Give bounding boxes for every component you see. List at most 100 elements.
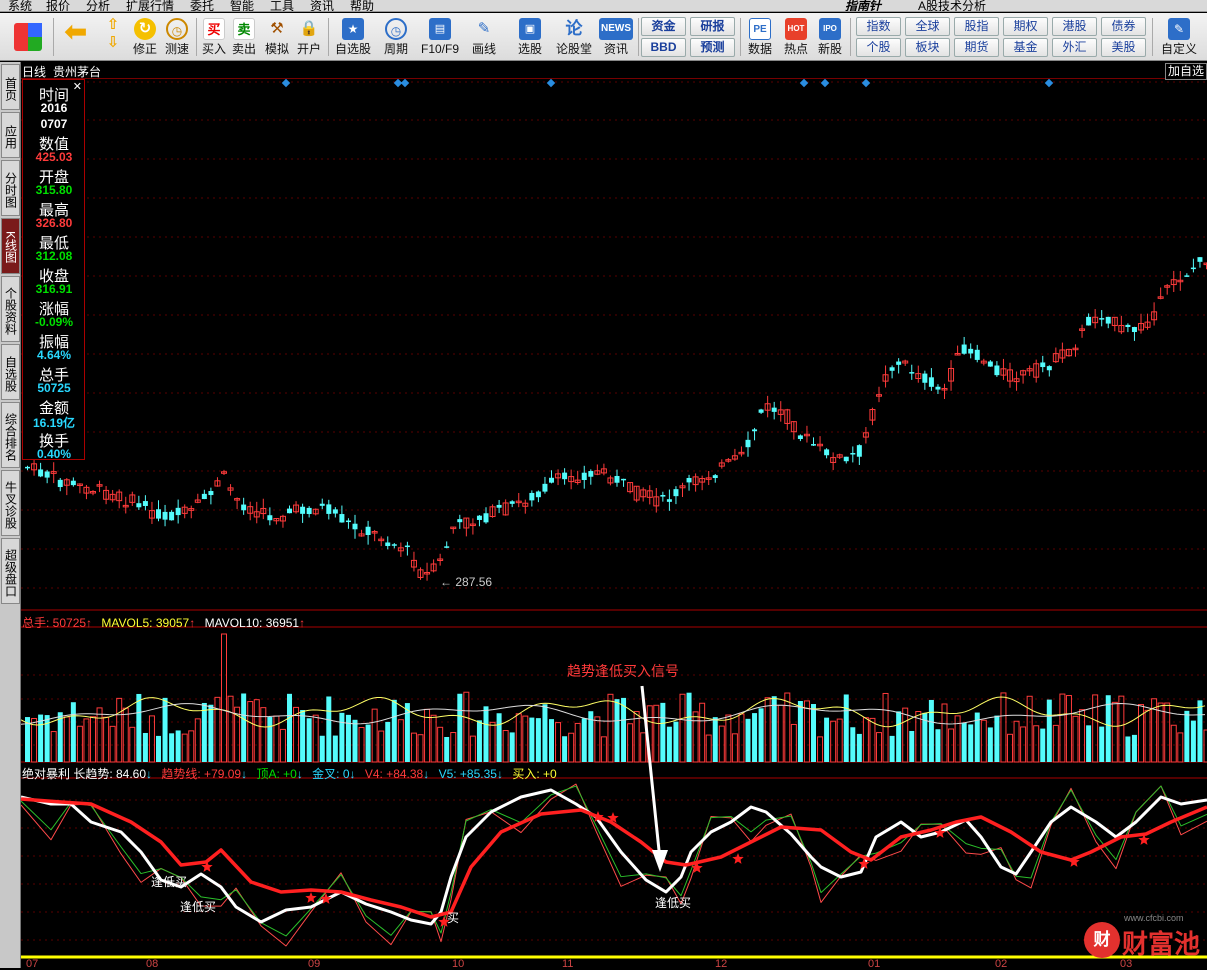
period-label[interactable]: 日线: [22, 63, 46, 80]
bbd-button[interactable]: BBD: [641, 38, 686, 57]
new-stock-button[interactable]: IPO 新股: [814, 15, 846, 59]
candle: [279, 514, 286, 528]
volume-bar: [758, 708, 764, 762]
menu-item-trade[interactable]: 委托: [190, 0, 214, 11]
candle: [1105, 316, 1111, 329]
volume-bar: [843, 694, 849, 762]
monitor-icon: ▣: [519, 18, 541, 40]
data-button[interactable]: PE 数据: [744, 15, 776, 59]
tab-kline[interactable]: K线图: [1, 218, 20, 274]
home-button[interactable]: [8, 15, 48, 59]
period-button[interactable]: ◷ 周期: [376, 15, 416, 59]
stock-button[interactable]: 个股: [856, 38, 901, 57]
info-value: 312.08: [35, 249, 73, 263]
fund-button[interactable]: 基金: [1003, 38, 1048, 57]
volume-bar: [790, 723, 797, 763]
simulate-button[interactable]: ⚒ 模拟: [262, 15, 292, 59]
watchlist-button[interactable]: ★ 自选股: [332, 15, 374, 59]
tab-super-board[interactable]: 超级盘口: [1, 538, 20, 604]
tab-intraday[interactable]: 分时图: [1, 160, 20, 216]
bond-button[interactable]: 债券: [1101, 17, 1146, 36]
draw-line-button[interactable]: ✎ 画线: [464, 15, 504, 59]
candle: [915, 365, 922, 383]
menu-item-tools[interactable]: 工具: [270, 0, 294, 11]
volume-bar: [83, 718, 90, 763]
news-button[interactable]: NEWS 资讯: [598, 15, 634, 59]
volume-bar: [287, 693, 292, 762]
back-button[interactable]: ⬅: [58, 15, 92, 59]
menu-item-news[interactable]: 资讯: [310, 0, 334, 11]
candle: [824, 448, 830, 459]
index-button[interactable]: 指数: [856, 17, 901, 36]
volume-bar: [1190, 720, 1196, 762]
us-stock-button[interactable]: 美股: [1101, 38, 1146, 57]
volume-bar: [731, 733, 738, 763]
menu-item-quote[interactable]: 报价: [46, 0, 70, 11]
add-watchlist-button[interactable]: 加自选: [1164, 63, 1207, 80]
customize-button[interactable]: ✎ 自定义: [1156, 15, 1202, 59]
futures-button[interactable]: 期货: [954, 38, 999, 57]
candle: [542, 476, 548, 494]
hk-stock-button[interactable]: 港股: [1052, 17, 1097, 36]
tab-diagnosis[interactable]: 牛叉诊股: [1, 470, 20, 536]
open-account-button[interactable]: 🔒 开户: [294, 15, 324, 59]
info-value: 0.40%: [36, 447, 72, 461]
fund-flow-button[interactable]: 资金: [641, 17, 686, 36]
kline-chart[interactable]: [21, 62, 1207, 968]
volume-bar: [1131, 734, 1137, 762]
low-price-marker: ← 287.56: [440, 575, 493, 589]
volume-bar: [332, 735, 338, 762]
options-button[interactable]: 期权: [1003, 17, 1048, 36]
candle: [122, 496, 129, 514]
info-value: 0707: [40, 117, 68, 131]
candle: [306, 506, 312, 518]
buy-button[interactable]: 买 买入: [200, 15, 228, 59]
global-button[interactable]: 全球: [905, 17, 950, 36]
tab-home[interactable]: 首页: [1, 64, 20, 110]
volume-bar: [1020, 726, 1027, 763]
hot-button[interactable]: HOT 热点: [780, 15, 812, 59]
sector-button[interactable]: 板块: [905, 38, 950, 57]
candle: [1092, 309, 1099, 329]
menu-item-help[interactable]: 帮助: [350, 0, 374, 11]
signal-label: 买: [447, 911, 460, 925]
research-button[interactable]: 研报: [690, 17, 735, 36]
sell-button[interactable]: 卖 卖出: [230, 15, 258, 59]
volume-bar: [529, 717, 535, 762]
page-up-down-button[interactable]: ⇧ ⇩: [98, 15, 128, 59]
menu-item-smart[interactable]: 智能: [230, 0, 254, 11]
tab-ranking[interactable]: 综合排名: [1, 402, 20, 468]
tab-apps[interactable]: 应用: [1, 112, 20, 158]
volume-bar: [954, 715, 961, 763]
candle: [535, 490, 541, 503]
volume-bar: [221, 633, 227, 763]
menu-item-ext-quote[interactable]: 扩展行情: [126, 0, 174, 11]
volume-bar: [1170, 724, 1177, 763]
volume-bar: [803, 700, 810, 763]
forex-button[interactable]: 外汇: [1052, 38, 1097, 57]
tab-stock-profile[interactable]: 个股资料: [1, 276, 20, 342]
speed-test-button[interactable]: ◷ 测速: [162, 15, 192, 59]
forum-button[interactable]: 论 论股堂: [554, 15, 594, 59]
x-axis-label: 02: [995, 958, 1008, 970]
menu-item-system[interactable]: 系统: [8, 0, 32, 11]
f10-button[interactable]: ▤ F10/F9: [418, 15, 462, 59]
volume-bar: [581, 718, 587, 762]
forecast-button[interactable]: 预测: [690, 38, 735, 57]
stock-picker-button[interactable]: ▣ 选股: [508, 15, 552, 59]
menu-item-analysis[interactable]: 分析: [86, 0, 110, 11]
candle: [502, 499, 509, 516]
candle: [247, 501, 254, 521]
candle: [83, 484, 90, 500]
volume-bar: [980, 719, 987, 763]
volume-bar: [391, 699, 397, 762]
volume-bar: [1138, 704, 1144, 763]
candle: [941, 383, 948, 400]
tab-watchlist[interactable]: 自选股: [1, 344, 20, 400]
stock-index-button[interactable]: 股指: [954, 17, 999, 36]
candle: [705, 470, 712, 486]
candle: [70, 477, 76, 487]
fix-button[interactable]: ↻ 修正: [130, 15, 160, 59]
volume-bar: [928, 699, 934, 762]
volume-bar: [1125, 736, 1131, 762]
